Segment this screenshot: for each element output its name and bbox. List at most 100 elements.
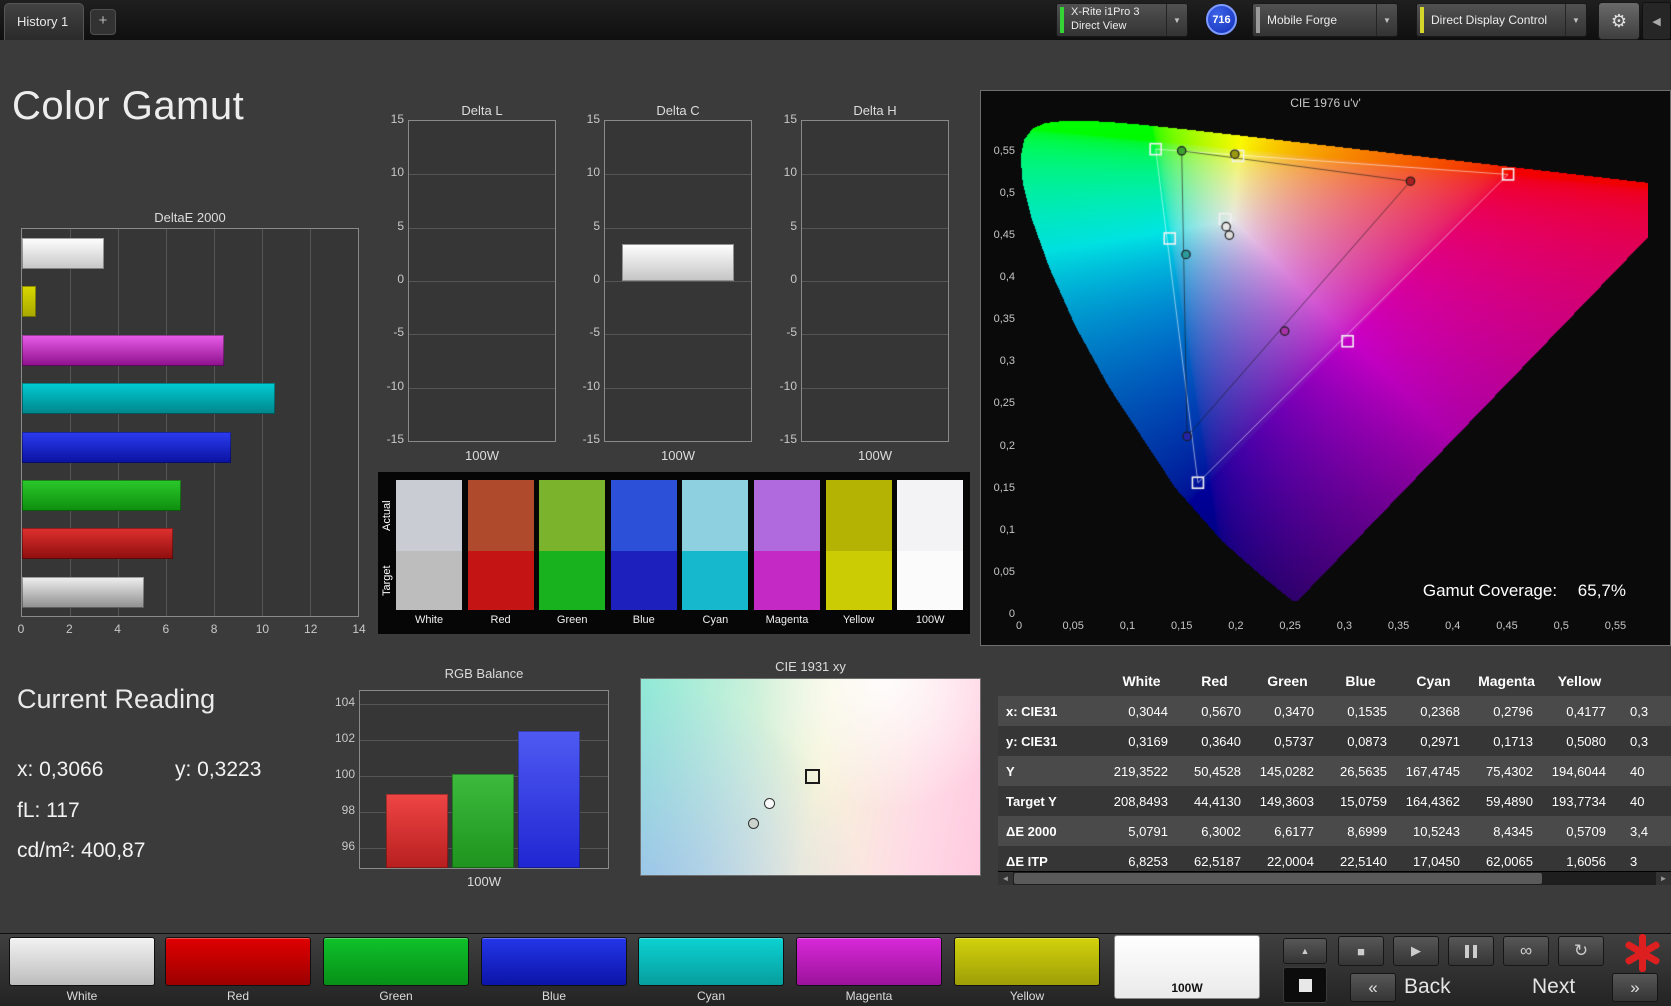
meter-name: X-Rite i1Pro 3 xyxy=(1071,6,1140,19)
table-cell: 194,6044 xyxy=(1551,763,1606,779)
double-chevron-right-icon: » xyxy=(1630,977,1640,997)
swatch-target-magenta xyxy=(754,551,820,610)
axis-tick-label: 0,4 xyxy=(1445,620,1461,632)
axis-tick-label: 10 xyxy=(783,165,797,180)
swatch-label: Cyan xyxy=(702,614,729,626)
settings-button[interactable]: ⚙ xyxy=(1598,2,1640,40)
axis-tick-label: 0 xyxy=(593,272,600,286)
next-step-button[interactable]: » xyxy=(1612,973,1658,1002)
source-name: Mobile Forge xyxy=(1267,12,1338,27)
scroll-right-icon[interactable]: ► xyxy=(1656,872,1671,885)
axis-tick-label: 98 xyxy=(341,803,355,817)
delta-bar-100w xyxy=(622,243,734,281)
axis-tick-label: 0,25 xyxy=(1279,620,1301,632)
axis-tick-label: 100 xyxy=(334,767,355,781)
up-arrow-icon: ▲ xyxy=(1300,946,1310,956)
stop-icon: ■ xyxy=(1357,943,1365,959)
table-header-red: Red xyxy=(1201,673,1228,689)
gridline xyxy=(409,334,555,336)
table-cell: 0,2971 xyxy=(1420,733,1460,749)
measured-point xyxy=(763,797,775,809)
stop-button[interactable]: ■ xyxy=(1338,936,1384,966)
table-cell: 8,4345 xyxy=(1493,823,1533,839)
axis-tick-label: 96 xyxy=(341,839,355,853)
pattern-button-label: Blue xyxy=(541,989,567,1003)
deltae-bar-green xyxy=(22,480,181,511)
pattern-button-cyan[interactable]: Cyan xyxy=(638,934,784,1006)
meter-dropdown[interactable]: X-Rite i1Pro 3 Direct View ▼ xyxy=(1056,3,1188,37)
delta-h-y-axis: 15 10 5 0 -5 -10 -15 xyxy=(767,112,797,446)
table-cell-partial: 40 xyxy=(1630,793,1645,809)
axis-tick-label: 6 xyxy=(162,622,170,636)
axis-tick-label: 15 xyxy=(783,112,797,126)
continuous-measure-button[interactable]: ∞ xyxy=(1503,936,1549,966)
swatch-label: Magenta xyxy=(765,614,809,626)
scrollbar-thumb[interactable] xyxy=(1014,873,1542,884)
pattern-button-green[interactable]: Green xyxy=(323,934,469,1006)
axis-tick-label: 0,5 xyxy=(1553,620,1569,632)
meter-text: X-Rite i1Pro 3 Direct View xyxy=(1071,6,1166,34)
cie1976-title: CIE 1976 u'v' xyxy=(1290,96,1361,110)
table-cell: 8,6999 xyxy=(1347,823,1387,839)
pattern-button-label: Yellow xyxy=(1009,989,1045,1003)
scroll-left-icon[interactable]: ◄ xyxy=(998,872,1013,885)
table-horizontal-scrollbar[interactable]: ◄ ► xyxy=(998,871,1671,885)
delta-l-x-label: 100W xyxy=(465,448,499,463)
next-button[interactable]: Next xyxy=(1532,975,1575,999)
back-step-button[interactable]: « xyxy=(1350,973,1396,1002)
meter-count-badge[interactable]: 716 xyxy=(1206,4,1237,35)
collapse-panel-button[interactable]: ◀ xyxy=(1642,2,1671,40)
pattern-button-blue[interactable]: Blue xyxy=(481,934,627,1006)
axis-tick-label: 12 xyxy=(304,622,318,636)
axis-tick-label: 0 xyxy=(1015,620,1023,632)
back-button[interactable]: Back xyxy=(1404,975,1451,999)
add-tab-button[interactable]: + xyxy=(90,9,116,35)
axis-tick-label: 0 xyxy=(790,272,797,286)
table-cell: 149,3603 xyxy=(1259,793,1314,809)
display-control-dropdown[interactable]: Direct Display Control ▼ xyxy=(1416,3,1587,37)
play-button[interactable]: ▶ xyxy=(1393,936,1439,966)
gamut-coverage-value: 65,7% xyxy=(1577,581,1626,600)
gridline xyxy=(262,229,263,616)
axis-tick-label: 15 xyxy=(586,112,600,126)
swatch-label: 100W xyxy=(915,614,945,626)
color-swatch xyxy=(796,937,942,986)
table-cell: 26,5635 xyxy=(1340,763,1387,779)
pattern-button-magenta[interactable]: Magenta xyxy=(796,934,942,1006)
axis-tick-label: -15 xyxy=(582,432,600,446)
refresh-button[interactable]: ↻ xyxy=(1558,936,1604,966)
swatch-target-blue xyxy=(610,551,677,610)
reading-fl: fL: 117 xyxy=(17,799,80,822)
pattern-button-100w[interactable]: 100W xyxy=(1114,935,1260,999)
pattern-button-yellow[interactable]: Yellow xyxy=(954,934,1100,1006)
table-cell: 0,1535 xyxy=(1347,703,1387,719)
table-cell-partial: 0,3 xyxy=(1630,733,1649,749)
axis-tick-label: -5 xyxy=(589,325,600,340)
delta-c-chart-title: Delta C xyxy=(656,103,700,118)
gridline xyxy=(605,334,751,336)
pattern-window-button[interactable] xyxy=(1283,967,1327,1003)
pattern-button-white[interactable]: White xyxy=(9,934,155,1006)
level-up-button[interactable]: ▲ xyxy=(1283,938,1327,964)
pattern-source-dropdown[interactable]: Mobile Forge ▼ xyxy=(1252,3,1398,37)
table-cell: 0,5737 xyxy=(1274,733,1314,749)
tab-history-1[interactable]: History 1 xyxy=(4,3,84,40)
table-cell: 208,8493 xyxy=(1113,793,1168,809)
table-cell: 193,7734 xyxy=(1551,793,1606,809)
table-cell: 0,2368 xyxy=(1420,703,1460,719)
pause-button[interactable] xyxy=(1448,936,1494,966)
rgb-bar-blue xyxy=(518,731,580,868)
axis-tick-label: 0,45 xyxy=(993,228,1015,241)
gamut-coverage: Gamut Coverage: 65,7% xyxy=(1423,581,1626,601)
gridline xyxy=(605,227,751,229)
app-window: History 1 + X-Rite i1Pro 3 Direct View ▼… xyxy=(0,0,1671,1006)
table-cell: 164,4362 xyxy=(1405,793,1460,809)
pattern-button-red[interactable]: Red xyxy=(165,934,311,1006)
meter-mode: Direct View xyxy=(1071,20,1127,32)
color-swatch xyxy=(481,937,627,986)
axis-tick-label: 0,35 xyxy=(993,313,1015,326)
deltae-bar-white xyxy=(22,576,144,608)
pattern-button-label: 100W xyxy=(1171,981,1203,995)
table-row-label: x: CIE31 xyxy=(1006,703,1058,719)
table-cell: 59,4890 xyxy=(1486,793,1533,809)
